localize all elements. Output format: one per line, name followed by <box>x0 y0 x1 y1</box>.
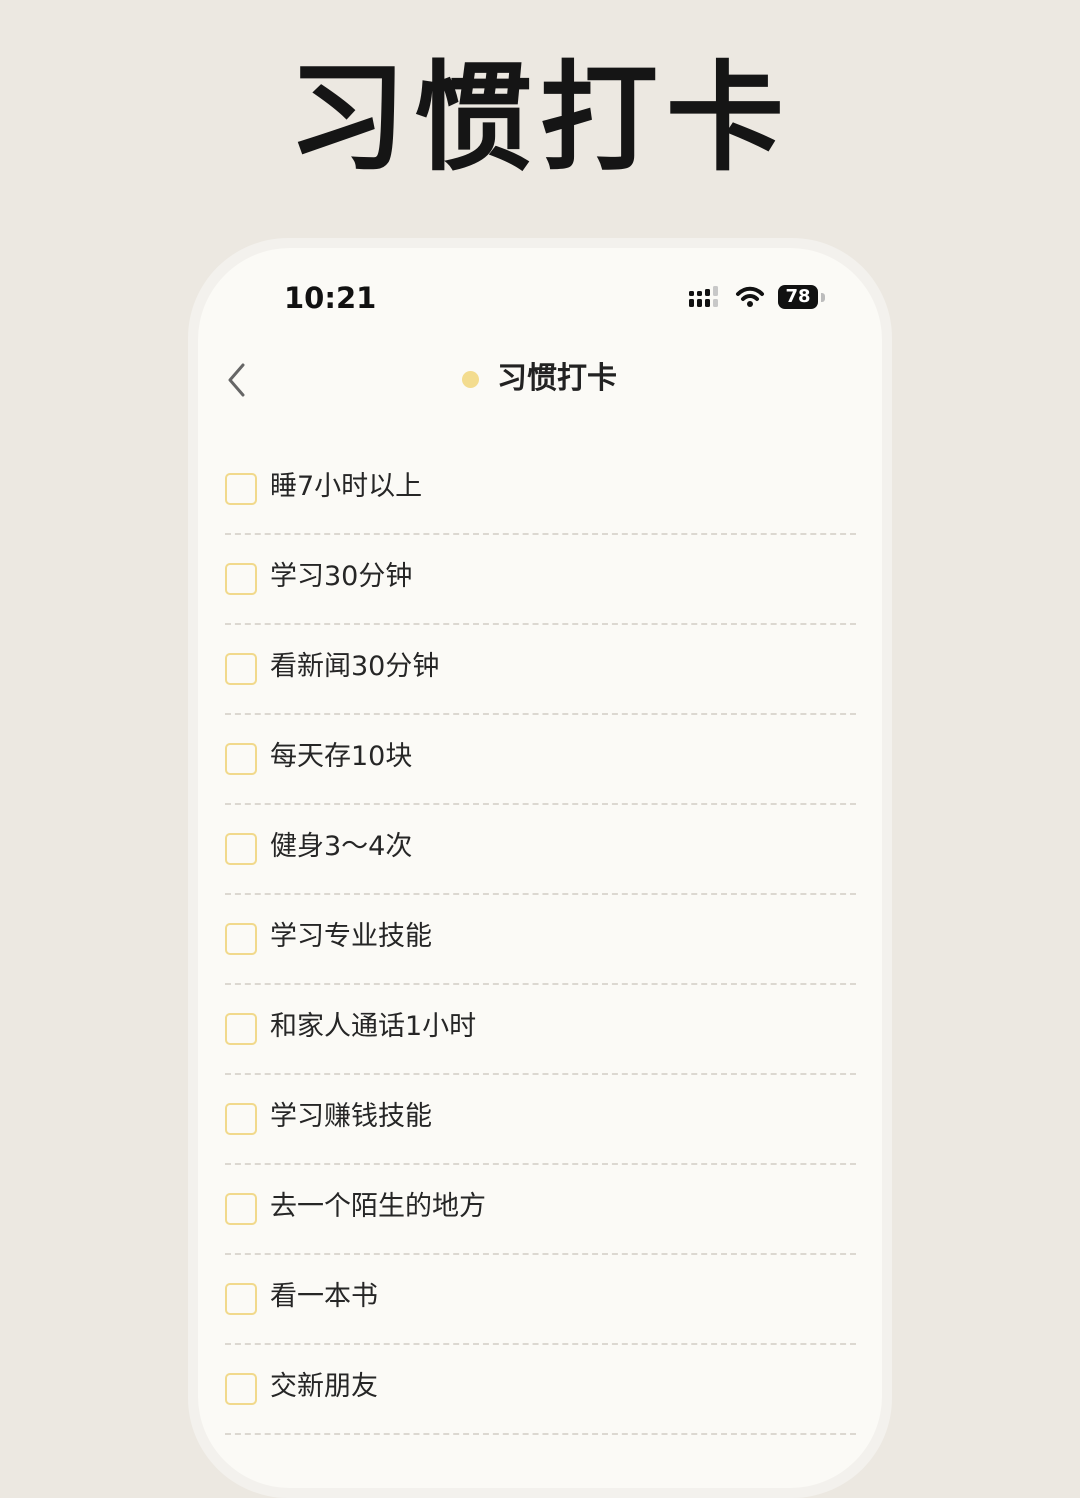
chevron-left-icon[interactable] <box>222 360 252 400</box>
poster-title: 习惯打卡 <box>287 49 792 187</box>
habit-checkbox[interactable] <box>225 473 257 505</box>
habit-label: 健身3～4次 <box>270 831 413 862</box>
battery-percent: 78 <box>778 285 818 309</box>
habit-checkbox[interactable] <box>225 1373 257 1405</box>
habit-checkbox[interactable] <box>225 1013 257 1045</box>
habit-item[interactable]: 交新朋友 <box>225 1345 856 1435</box>
habit-checkbox[interactable] <box>225 653 257 685</box>
habit-item[interactable]: 健身3～4次 <box>225 805 856 895</box>
habit-label: 学习赚钱技能 <box>270 1101 432 1132</box>
habit-label: 学习专业技能 <box>270 921 432 952</box>
yellow-dot-icon <box>462 370 479 388</box>
page-title: 习惯打卡 <box>497 361 617 396</box>
habit-label: 看新闻30分钟 <box>270 651 440 682</box>
phone-screen: 10:21 78 习惯打卡 睡7小时以上 学习30分钟 看新闻30分钟 每天存1… <box>198 248 882 1488</box>
habit-label: 学习30分钟 <box>270 561 413 592</box>
habit-item[interactable]: 看新闻30分钟 <box>225 625 856 715</box>
header-title-group: 习惯打卡 <box>462 358 617 400</box>
habit-item[interactable]: 和家人通话1小时 <box>225 985 856 1075</box>
habit-label: 睡7小时以上 <box>270 471 423 502</box>
habit-checkbox[interactable] <box>225 833 257 865</box>
cellular-signal-icon <box>689 286 718 307</box>
habit-item[interactable]: 去一个陌生的地方 <box>225 1165 856 1255</box>
habit-label: 每天存10块 <box>270 741 413 772</box>
habit-list: 睡7小时以上 学习30分钟 看新闻30分钟 每天存10块 健身3～4次 学习专业… <box>225 445 856 1435</box>
battery-cap <box>821 293 825 302</box>
habit-checkbox[interactable] <box>225 563 257 595</box>
habit-item[interactable]: 学习专业技能 <box>225 895 856 985</box>
habit-checkbox[interactable] <box>225 1283 257 1315</box>
habit-label: 和家人通话1小时 <box>270 1011 477 1042</box>
habit-label: 去一个陌生的地方 <box>270 1191 486 1222</box>
habit-item[interactable]: 睡7小时以上 <box>225 445 856 535</box>
habit-item[interactable]: 看一本书 <box>225 1255 856 1345</box>
wifi-icon <box>736 286 764 307</box>
habit-label: 交新朋友 <box>270 1371 378 1402</box>
habit-item[interactable]: 学习赚钱技能 <box>225 1075 856 1165</box>
habit-checkbox[interactable] <box>225 1103 257 1135</box>
habit-checkbox[interactable] <box>225 923 257 955</box>
habit-checkbox[interactable] <box>225 743 257 775</box>
habit-item[interactable]: 每天存10块 <box>225 715 856 805</box>
battery-indicator: 78 <box>778 285 826 311</box>
habit-item[interactable]: 学习30分钟 <box>225 535 856 625</box>
habit-checkbox[interactable] <box>225 1193 257 1225</box>
status-time: 10:21 <box>284 281 377 315</box>
habit-label: 看一本书 <box>270 1281 378 1312</box>
